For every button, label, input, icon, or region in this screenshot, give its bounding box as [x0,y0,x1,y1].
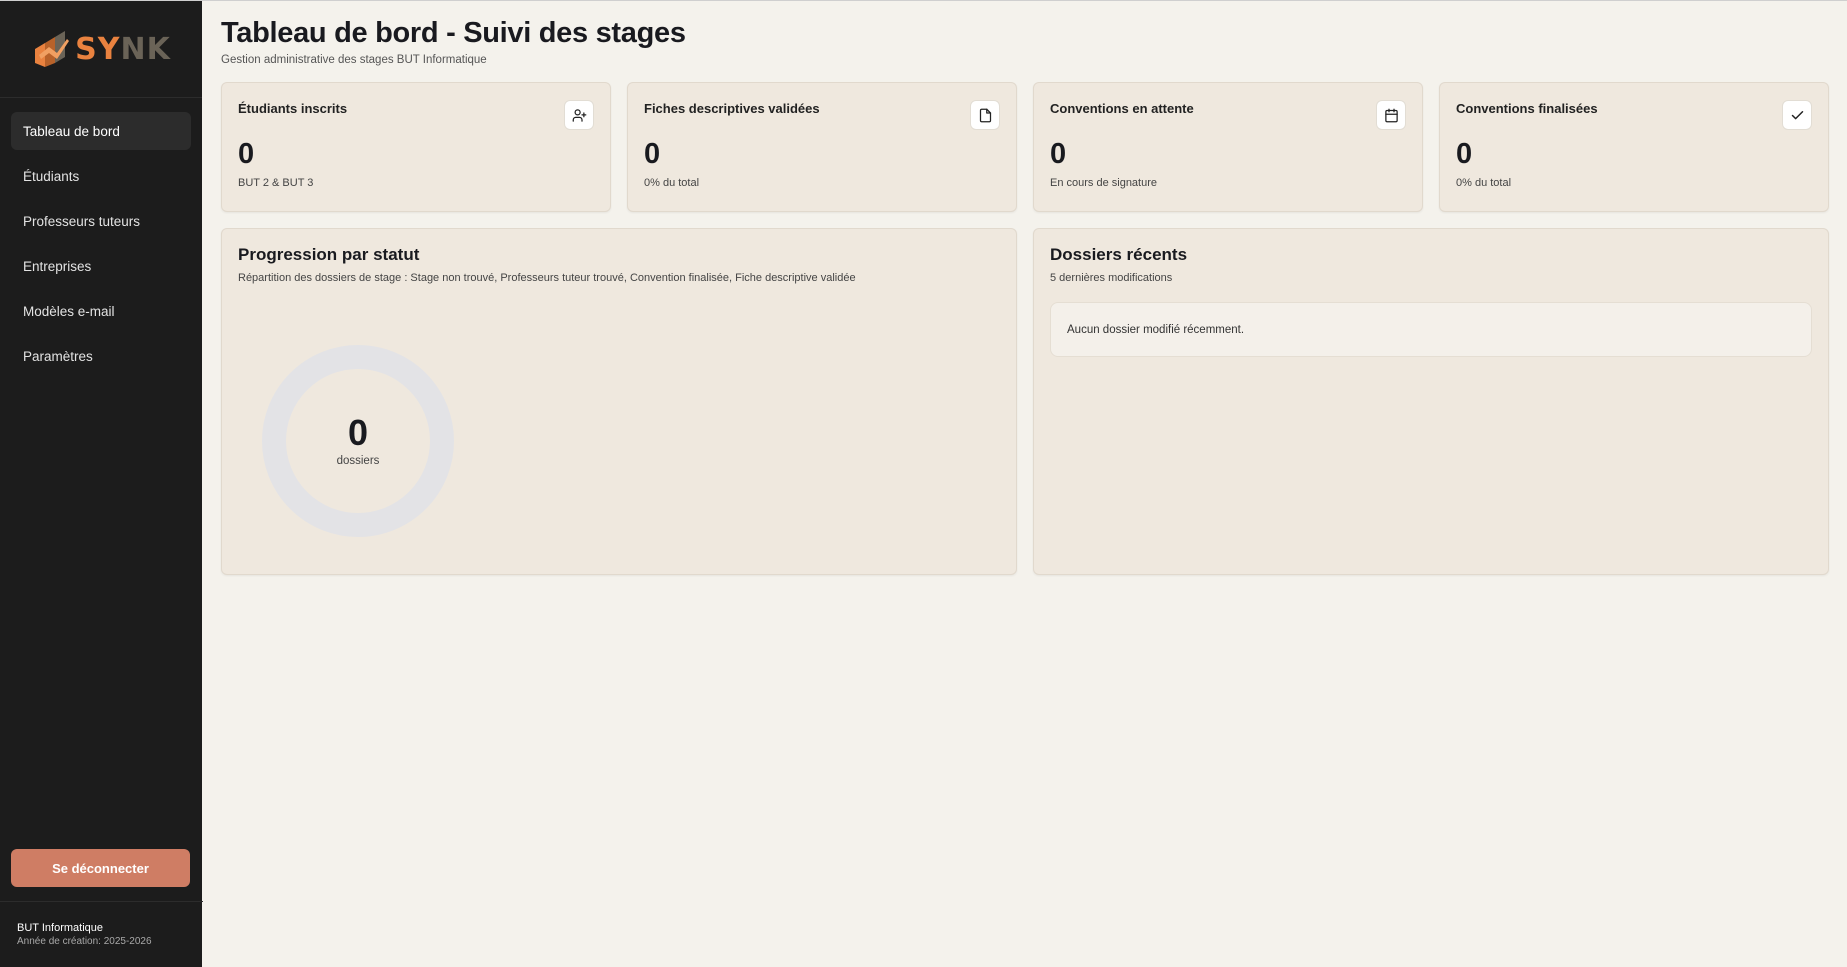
synk-logo-icon [35,31,70,67]
sidebar-item-label: Paramètres [23,348,93,364]
sidebar-item-label: Tableau de bord [23,123,120,139]
footer-org: BUT Informatique [17,922,104,934]
recent-files-empty-state: Aucun dossier modifié récemment. [1050,302,1812,357]
progression-panel: Progression par statut Répartition des d… [221,228,1017,575]
logo[interactable]: SYNK [0,1,202,98]
recent-files-panel: Dossiers récents 5 dernières modificatio… [1033,228,1829,575]
donut-total-value: 0 [347,412,369,453]
panel-title: Dossiers récents [1050,245,1188,264]
stat-subtitle: 0% du total [644,177,700,189]
donut-total-label: dossiers [336,455,380,467]
page-subtitle: Gestion administrative des stages BUT In… [221,54,487,66]
file-icon [970,100,1000,130]
main-content: Tableau de bord - Suivi des stages Gesti… [202,1,1847,967]
stat-subtitle: En cours de signature [1050,177,1158,189]
panel-title: Progression par statut [238,245,420,264]
stat-value: 0 [644,138,661,170]
sidebar-item-tableau-de-bord[interactable]: Tableau de bord [11,112,191,150]
stat-subtitle: 0% du total [1456,177,1512,189]
panels-row: Progression par statut Répartition des d… [221,228,1829,575]
stat-value: 0 [238,138,255,170]
page-title: Tableau de bord - Suivi des stages [221,17,686,49]
stat-value: 0 [1456,138,1473,170]
stat-card-conventions-finalisees: Conventions finalisées 0 0% du total [1439,82,1829,212]
sidebar-item-label: Professeurs tuteurs [23,213,141,229]
sidebar-nav: Tableau de bord Étudiants Professeurs tu… [0,98,202,375]
stat-card-etudiants-inscrits: Étudiants inscrits 0 BUT 2 & BUT 3 [221,82,611,212]
sidebar-footer: BUT Informatique Année de création: 2025… [0,901,203,967]
stat-title: Conventions finalisées [1456,101,1598,116]
check-icon [1782,100,1812,130]
sidebar-item-professeurs-tuteurs[interactable]: Professeurs tuteurs [11,202,191,240]
sidebar-item-entreprises[interactable]: Entreprises [11,247,191,285]
sidebar-item-label: Étudiants [23,168,80,184]
stat-value: 0 [1050,138,1067,170]
footer-year: Année de création: 2025-2026 [17,936,152,947]
sidebar-item-modeles-email[interactable]: Modèles e-mail [11,292,191,330]
sidebar-item-parametres[interactable]: Paramètres [11,337,191,375]
sidebar: SYNK Tableau de bord Étudiants Professeu… [0,1,203,967]
sidebar-item-label: Entreprises [23,258,92,274]
stat-card-conventions-attente: Conventions en attente 0 En cours de sig… [1033,82,1423,212]
panel-subtitle: Répartition des dossiers de stage : Stag… [238,272,856,284]
stat-title: Étudiants inscrits [238,101,348,116]
sidebar-item-etudiants[interactable]: Étudiants [11,157,191,195]
stat-subtitle: BUT 2 & BUT 3 [238,177,314,189]
user-plus-icon [564,100,594,130]
calendar-icon [1376,100,1406,130]
panel-subtitle: 5 dernières modifications [1050,272,1173,284]
stat-title: Conventions en attente [1050,101,1194,116]
empty-message: Aucun dossier modifié récemment. [1067,323,1245,336]
donut-chart: 0 dossiers [262,345,454,537]
logo-text: SYNK [75,31,171,67]
logout-button[interactable]: Se déconnecter [11,849,190,887]
stats-row: Étudiants inscrits 0 BUT 2 & BUT 3 Fiche… [221,82,1829,212]
stat-title: Fiches descriptives validées [644,101,820,116]
donut-center: 0 dossiers [262,345,454,537]
app-shell: SYNK Tableau de bord Étudiants Professeu… [0,0,1847,967]
stat-card-fiches-validees: Fiches descriptives validées 0 0% du tot… [627,82,1017,212]
sidebar-item-label: Modèles e-mail [23,303,115,319]
